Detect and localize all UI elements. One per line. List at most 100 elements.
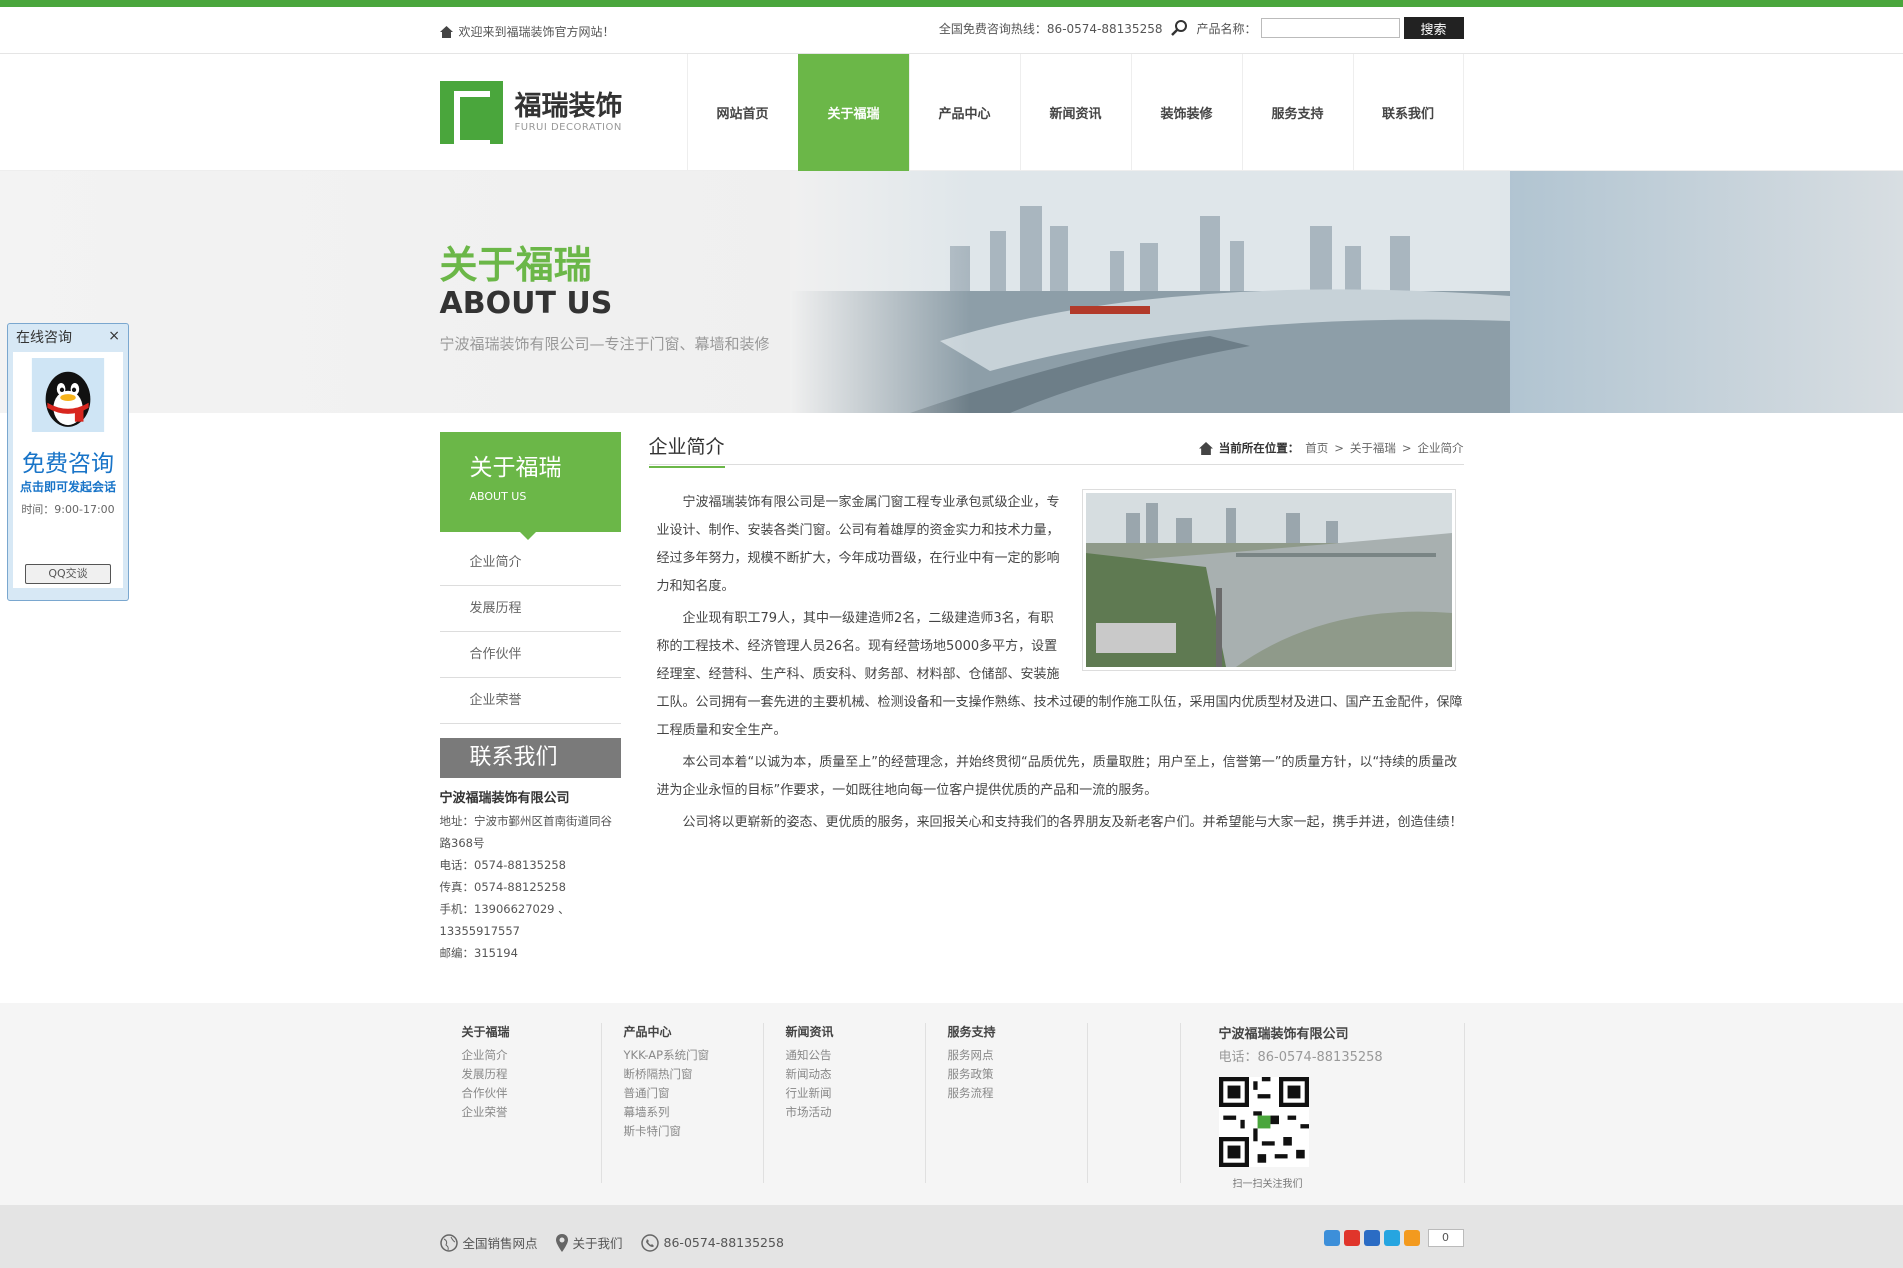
qq-chat-button[interactable]: QQ交谈: [25, 564, 111, 584]
footer-link[interactable]: 新闻动态: [786, 1065, 925, 1084]
breadcrumb-home[interactable]: 首页: [1305, 440, 1328, 456]
footer-link[interactable]: 普通门窗: [624, 1084, 763, 1103]
breadcrumb-current: 企业简介: [1417, 441, 1464, 455]
nav-contact[interactable]: 联系我们: [1352, 54, 1464, 171]
logo-subtitle: FURUI DECORATION: [514, 122, 622, 133]
sidebar-item-honors[interactable]: 企业荣誉: [439, 678, 621, 724]
qq-hours: 时间：9:00-17:00: [21, 503, 115, 516]
footer-link[interactable]: 市场活动: [786, 1103, 925, 1122]
home-icon: [1198, 441, 1213, 455]
footer-link[interactable]: 斯卡特门窗: [624, 1122, 763, 1141]
more-share-icon[interactable]: [1403, 1230, 1420, 1246]
sidebar-title-cn: 关于福瑞: [469, 455, 562, 481]
welcome-text: 欢迎来到福瑞装饰官方网站！: [458, 25, 615, 39]
qq-consult-widget: 在线咨询 × 免费咨询 点击即可发起会话 时间：9:00-17:00 QQ交谈: [7, 323, 129, 601]
close-icon[interactable]: ×: [108, 322, 120, 350]
footer-col-heading: 服务支持: [947, 1025, 996, 1039]
footer-col-products: 产品中心 YKK-AP系统门窗 断桥隔热门窗 普通门窗 幕墙系列 斯卡特门窗: [602, 1023, 764, 1183]
sidebar-menu: 企业简介 发展历程 合作伙伴 企业荣誉: [439, 540, 621, 724]
top-utility-bar: 欢迎来到福瑞装饰官方网站！ 全国免费咨询热线：86-0574-88135258 …: [0, 7, 1903, 54]
contact-header: 联系我们: [439, 738, 621, 778]
nav-service[interactable]: 服务支持: [1241, 54, 1353, 171]
sidebar-title-en: ABOUT US: [469, 490, 527, 503]
qq-widget-header: 在线咨询 ×: [8, 324, 128, 352]
footer-link[interactable]: 服务网点: [948, 1046, 1087, 1065]
weibo-share-icon[interactable]: [1343, 1230, 1360, 1246]
qr-code-icon: [1218, 1077, 1309, 1167]
footer-link[interactable]: 幕墙系列: [624, 1103, 763, 1122]
footer-col-heading: 新闻资讯: [785, 1025, 834, 1039]
qq-widget-title: 在线咨询: [16, 330, 72, 346]
tencent-weibo-share-icon[interactable]: [1383, 1230, 1400, 1246]
nav-about[interactable]: 关于福瑞: [797, 54, 909, 171]
breadcrumb: 当前所在位置： 首页 > 关于福瑞 > 企业简介: [1198, 440, 1464, 456]
footer-tel: 电话：86-0574-88135258: [1218, 1050, 1383, 1065]
contact-company: 宁波福瑞装饰有限公司: [439, 791, 570, 806]
banner-title-cn: 关于福瑞: [439, 243, 592, 287]
footer-contact: 宁波福瑞装饰有限公司 电话：86-0574-88135258 扫一扫关注我们: [1179, 1023, 1465, 1190]
sidebar-header: 关于福瑞 ABOUT US: [439, 432, 621, 540]
renren-share-icon[interactable]: [1363, 1230, 1380, 1246]
footer-col-heading: 关于福瑞: [461, 1025, 510, 1039]
breadcrumb-label: 当前所在位置：: [1218, 441, 1300, 455]
sales-network-text: 全国销售网点: [462, 1236, 538, 1251]
share-bar: 0: [1323, 1229, 1464, 1247]
search-input[interactable]: [1260, 18, 1400, 38]
footer-col-about: 关于福瑞 企业简介 发展历程 合作伙伴 企业荣誉: [440, 1023, 602, 1183]
globe-icon: [439, 1233, 458, 1252]
search-label: 产品名称：: [1196, 21, 1257, 36]
welcome-message: 欢迎来到福瑞装饰官方网站！: [439, 23, 615, 40]
qq-penguin-icon: [31, 358, 105, 432]
phone-icon: [640, 1233, 659, 1252]
about-us-link[interactable]: 关于我们: [555, 1233, 623, 1252]
nav-products[interactable]: 产品中心: [908, 54, 1020, 171]
footer-link[interactable]: 行业新闻: [786, 1084, 925, 1103]
footer-link[interactable]: 合作伙伴: [462, 1084, 601, 1103]
site-footer: 关于福瑞 企业简介 发展历程 合作伙伴 企业荣誉 产品中心 YKK-AP系统门窗…: [0, 1003, 1903, 1205]
header-search-area: 全国免费咨询热线：86-0574-88135258 产品名称： 搜索: [939, 17, 1464, 39]
footer-link[interactable]: 服务流程: [948, 1084, 1087, 1103]
contact-postcode: 邮编：315194: [439, 946, 518, 960]
footer-link[interactable]: 企业荣誉: [462, 1103, 601, 1122]
footer-link[interactable]: 断桥隔热门窗: [624, 1065, 763, 1084]
page-title: 企业简介: [648, 432, 725, 468]
footer-link[interactable]: 通知公告: [786, 1046, 925, 1065]
sidebar-item-history[interactable]: 发展历程: [439, 586, 621, 632]
site-logo[interactable]: 福瑞装饰 FURUI DECORATION: [439, 81, 623, 146]
qzone-share-icon[interactable]: [1323, 1230, 1340, 1246]
qr-caption: 扫一扫关注我们: [1232, 1179, 1303, 1190]
contact-mobile: 手机：13906627029 、13355917557: [439, 902, 570, 938]
location-pin-icon: [555, 1233, 568, 1252]
sales-network-link[interactable]: 全国销售网点: [439, 1233, 538, 1252]
nav-decoration[interactable]: 装饰装修: [1130, 54, 1242, 171]
sidebar-item-partners[interactable]: 合作伙伴: [439, 632, 621, 678]
footer-link[interactable]: 服务政策: [948, 1065, 1087, 1084]
qq-click-hint: 点击即可发起会话: [19, 480, 116, 494]
footer-link[interactable]: YKK-AP系统门窗: [624, 1046, 763, 1065]
search-button[interactable]: 搜索: [1403, 17, 1464, 39]
phone-info: 86-0574-88135258: [640, 1233, 784, 1252]
footer-company: 宁波福瑞装饰有限公司: [1218, 1027, 1349, 1042]
breadcrumb-section[interactable]: 关于福瑞: [1350, 440, 1396, 456]
home-icon: [439, 25, 453, 38]
main-content: 关于福瑞 ABOUT US 企业简介 发展历程 合作伙伴 企业荣誉 联系我们 宁…: [439, 413, 1464, 1003]
logo-name: 福瑞装饰: [514, 91, 623, 122]
river-city-image: [1085, 493, 1452, 667]
article-body: 宁波福瑞装饰有限公司是一家金属门窗工程专业承包贰级企业，专业设计、制作、安装各类…: [649, 489, 1464, 837]
contact-fax: 传真：0574-88125258: [439, 880, 566, 894]
footer-col-heading: 产品中心: [623, 1025, 672, 1039]
about-us-text: 关于我们: [572, 1236, 623, 1251]
nav-news[interactable]: 新闻资讯: [1019, 54, 1131, 171]
footer-link[interactable]: 发展历程: [462, 1065, 601, 1084]
hotline-text: 全国免费咨询热线：86-0574-88135258: [938, 21, 1163, 36]
bottom-bar: 全国销售网点 关于我们 86-0574-88135258 0: [0, 1205, 1903, 1268]
city-skyline-image: [790, 171, 1510, 413]
logo-mark-icon: [439, 81, 503, 146]
footer-link[interactable]: 企业简介: [462, 1046, 601, 1065]
sidebar-item-profile[interactable]: 企业简介: [439, 540, 621, 586]
contact-phone: 电话：0574-88135258: [439, 858, 566, 872]
nav-home[interactable]: 网站首页: [686, 54, 798, 171]
breadcrumb-separator: >: [1334, 441, 1344, 455]
footer-col-service: 服务支持 服务网点 服务政策 服务流程: [926, 1023, 1088, 1183]
qq-widget-body[interactable]: 免费咨询 点击即可发起会话 时间：9:00-17:00 QQ交谈: [13, 352, 123, 588]
